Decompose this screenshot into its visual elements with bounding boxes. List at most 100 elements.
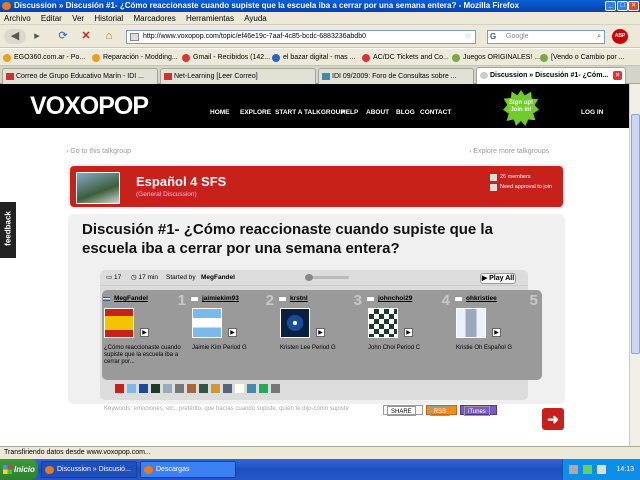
bookmark-icon bbox=[452, 54, 460, 62]
participant-thumb[interactable] bbox=[223, 384, 232, 393]
play-icon[interactable]: ▶ bbox=[316, 328, 325, 337]
adblock-icon[interactable]: ABP bbox=[612, 29, 628, 44]
tab-correo[interactable]: Correo de Grupo Educativo Marín - IDI ..… bbox=[2, 68, 158, 84]
taskbar-item-firefox[interactable]: Discussion » Discusió... bbox=[41, 461, 137, 478]
bookmark-item[interactable]: AC/DC Tickets and Co... bbox=[362, 51, 449, 64]
go-to-talkgroup-link[interactable]: › Go to this talkgroup bbox=[66, 148, 131, 155]
post-user[interactable]: krstnl bbox=[290, 295, 308, 302]
kr-flag-icon bbox=[190, 296, 199, 302]
avatar[interactable] bbox=[456, 308, 486, 338]
bookmark-item[interactable]: Reparación - Modding... bbox=[92, 51, 178, 64]
participant-thumbnails bbox=[115, 384, 283, 394]
post-card[interactable]: MegFandel 1 ▶ ¿Cómo reaccionaste cuando … bbox=[102, 290, 188, 380]
explore-talkgroups-link[interactable]: › Explore more talkgroups bbox=[469, 148, 549, 155]
tab-discussion[interactable]: Discussion » Discusión #1- ¿Cóm... × bbox=[476, 67, 626, 84]
forward-button[interactable]: ▸ bbox=[28, 29, 46, 44]
avatar[interactable] bbox=[104, 308, 134, 338]
home-icon[interactable]: ⌂ bbox=[100, 29, 118, 44]
itunes-button[interactable]: iTunes bbox=[460, 405, 497, 416]
avatar[interactable] bbox=[280, 308, 310, 338]
post-card[interactable]: johnchoi29 4 ▶ John Choi Period C bbox=[366, 290, 452, 380]
group-image[interactable] bbox=[76, 172, 120, 204]
tab-idi-foro[interactable]: IDI 09/2009: Foro de Consultas sobre ... bbox=[318, 68, 474, 84]
page-scrollbar[interactable] bbox=[629, 84, 640, 446]
nav-explore[interactable]: EXPLORE bbox=[240, 109, 271, 116]
post-card[interactable]: ohkristiee 5 ▶ Kristie Oh Español G bbox=[454, 290, 540, 380]
menu-marcadores[interactable]: Marcadores bbox=[129, 12, 179, 25]
post-user[interactable]: johnchoi29 bbox=[378, 295, 412, 302]
feedback-tab[interactable]: feedback bbox=[0, 202, 16, 258]
next-arrow-button[interactable]: ➜ bbox=[542, 408, 564, 430]
bookmark-star-icon[interactable]: ☆ bbox=[465, 31, 471, 43]
play-icon[interactable]: ▶ bbox=[404, 328, 413, 337]
taskbar-item-descargas[interactable]: Descargas bbox=[140, 461, 236, 478]
scrollbar-thumb[interactable] bbox=[631, 114, 640, 354]
nav-home[interactable]: HOME bbox=[210, 109, 230, 116]
menu-historial[interactable]: Historial bbox=[90, 12, 127, 25]
nav-start-talkgroup[interactable]: START A TALKGROUP bbox=[275, 109, 345, 116]
participant-thumb[interactable] bbox=[259, 384, 268, 393]
menu-ayuda[interactable]: Ayuda bbox=[240, 12, 271, 25]
player-info-strip: ▭ 17 ◷ 17 min Started by MegFandel ▶ Pla… bbox=[100, 270, 528, 286]
minimize-button[interactable]: _ bbox=[605, 1, 616, 11]
progress-handle[interactable] bbox=[305, 274, 313, 281]
close-tab-icon[interactable]: × bbox=[613, 71, 622, 80]
participant-thumb[interactable] bbox=[271, 384, 280, 393]
bookmark-item[interactable]: Juegos ORIGINALES! ... bbox=[452, 51, 540, 64]
group-name[interactable]: Español 4 SFS bbox=[136, 174, 226, 189]
participant-thumb[interactable] bbox=[187, 384, 196, 393]
nav-about[interactable]: ABOUT bbox=[366, 109, 389, 116]
started-by-user[interactable]: MegFandel bbox=[201, 270, 235, 286]
bookmark-item[interactable]: EGO360.com.ar - Po... bbox=[3, 51, 85, 64]
post-user[interactable]: jaimiekim93 bbox=[202, 295, 239, 302]
participant-thumb[interactable] bbox=[211, 384, 220, 393]
participant-thumb[interactable] bbox=[151, 384, 160, 393]
post-card[interactable]: krstnl 3 ▶ Kristen Lee Period G bbox=[278, 290, 364, 380]
play-icon[interactable]: ▶ bbox=[492, 328, 501, 337]
stop-icon[interactable]: ✕ bbox=[77, 29, 95, 44]
voxopop-logo[interactable]: VOXOPOP bbox=[30, 92, 149, 121]
share-button[interactable]: SHARE bbox=[383, 405, 423, 416]
tray-icon[interactable] bbox=[583, 465, 592, 474]
menu-archivo[interactable]: Archivo bbox=[0, 12, 35, 25]
participant-thumb[interactable] bbox=[199, 384, 208, 393]
reload-icon[interactable]: ⟳ bbox=[54, 29, 72, 44]
bookmark-item[interactable]: el bazar digital - mas ... bbox=[272, 51, 355, 64]
participant-thumb[interactable] bbox=[139, 384, 148, 393]
nav-blog[interactable]: BLOG bbox=[396, 109, 415, 116]
menu-editar[interactable]: Editar bbox=[37, 12, 66, 25]
maximize-button[interactable]: □ bbox=[617, 1, 628, 11]
bookmark-item[interactable]: [Vendo o Cambio por ... bbox=[540, 51, 625, 64]
nav-help[interactable]: HELP bbox=[341, 109, 358, 116]
network-icon[interactable] bbox=[569, 465, 578, 474]
tab-net-learning[interactable]: Net-Learning [Leer Correo] bbox=[160, 68, 316, 84]
avatar[interactable] bbox=[368, 308, 398, 338]
menu-herramientas[interactable]: Herramientas bbox=[182, 12, 238, 25]
post-card[interactable]: jaimiekim93 2 ▶ Jaimie Kim Period G bbox=[190, 290, 276, 380]
post-user[interactable]: MegFandel bbox=[114, 295, 148, 302]
avatar[interactable] bbox=[192, 308, 222, 338]
participant-thumb[interactable] bbox=[163, 384, 172, 393]
participant-thumb[interactable] bbox=[175, 384, 184, 393]
nav-contact[interactable]: CONTACT bbox=[420, 109, 451, 116]
participant-thumb[interactable] bbox=[115, 384, 124, 393]
bookmark-item[interactable]: Gmail - Recibidos (142... bbox=[182, 51, 270, 64]
login-link[interactable]: LOG IN bbox=[581, 109, 603, 116]
search-icon[interactable]: ⌕ bbox=[597, 31, 601, 43]
participant-thumb[interactable] bbox=[247, 384, 256, 393]
play-all-button[interactable]: ▶ Play All bbox=[480, 273, 516, 284]
menu-ver[interactable]: Ver bbox=[68, 12, 88, 25]
volume-icon[interactable] bbox=[597, 465, 606, 474]
participant-thumb[interactable] bbox=[235, 384, 244, 393]
play-icon[interactable]: ▶ bbox=[228, 328, 237, 337]
post-user[interactable]: ohkristiee bbox=[466, 295, 497, 302]
play-icon[interactable]: ▶ bbox=[140, 328, 149, 337]
signup-badge[interactable]: Sign up! Join in! bbox=[503, 90, 539, 126]
participant-thumb[interactable] bbox=[127, 384, 136, 393]
back-button[interactable]: ◀ bbox=[4, 29, 26, 44]
url-bar[interactable]: http://www.voxopop.com/topic/ef46e19c-7a… bbox=[126, 30, 476, 44]
close-window-button[interactable]: × bbox=[628, 1, 639, 11]
search-input[interactable]: G Google ⌕ bbox=[487, 30, 605, 44]
rss-button[interactable]: RSS bbox=[425, 405, 458, 416]
start-button[interactable]: Inicio bbox=[0, 459, 38, 480]
